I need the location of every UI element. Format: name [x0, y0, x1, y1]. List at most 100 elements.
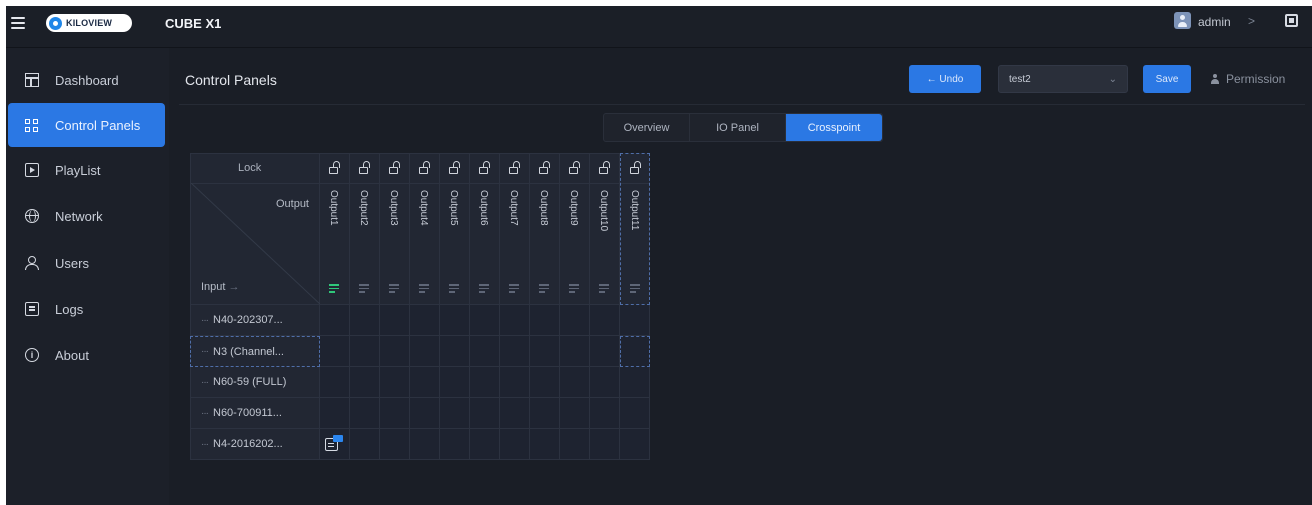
crosspoint-cell[interactable] — [620, 398, 650, 429]
output-column-header[interactable]: Output5 — [440, 153, 470, 305]
sidebar-item-logs[interactable]: Logs — [8, 287, 165, 331]
crosspoint-cell[interactable] — [410, 305, 440, 336]
sidebar-item-network[interactable]: Network — [8, 194, 165, 238]
crosspoint-cell[interactable] — [440, 305, 470, 336]
unlock-icon[interactable] — [389, 161, 401, 174]
crosspoint-cell[interactable] — [560, 398, 590, 429]
tab-overview[interactable]: Overview — [604, 114, 690, 141]
tab-io-panel[interactable]: IO Panel — [690, 114, 786, 141]
crosspoint-cell[interactable] — [590, 305, 620, 336]
crosspoint-cell[interactable] — [380, 367, 410, 398]
output-column-header[interactable]: Output2 — [350, 153, 380, 305]
output-column-header[interactable]: Output6 — [470, 153, 500, 305]
crosspoint-cell[interactable] — [530, 336, 560, 367]
input-row-header[interactable]: ··· N40-202307... — [190, 305, 320, 336]
input-row-header[interactable]: ··· N60-700911... — [190, 398, 320, 429]
route-list-icon[interactable] — [509, 284, 521, 293]
unlock-icon[interactable] — [479, 161, 491, 174]
crosspoint-cell[interactable] — [320, 305, 350, 336]
route-list-icon[interactable] — [539, 284, 551, 293]
undo-button[interactable]: ← Undo — [909, 65, 981, 93]
crosspoint-cell[interactable] — [320, 367, 350, 398]
crosspoint-cell[interactable] — [500, 398, 530, 429]
route-list-icon[interactable] — [329, 284, 341, 293]
sidebar-item-control-panels[interactable]: Control Panels — [8, 103, 165, 147]
crosspoint-cell[interactable] — [560, 367, 590, 398]
crosspoint-cell[interactable] — [500, 429, 530, 460]
unlock-icon[interactable] — [449, 161, 461, 174]
save-button[interactable]: Save — [1143, 65, 1191, 93]
route-list-icon[interactable] — [449, 284, 461, 293]
unlock-icon[interactable] — [509, 161, 521, 174]
crosspoint-cell[interactable] — [470, 336, 500, 367]
output-column-header[interactable]: Output11 — [620, 153, 650, 305]
output-column-header[interactable]: Output1 — [320, 153, 350, 305]
crosspoint-cell[interactable] — [380, 398, 410, 429]
route-list-icon[interactable] — [569, 284, 581, 293]
crosspoint-cell[interactable] — [440, 367, 470, 398]
crosspoint-cell[interactable] — [470, 429, 500, 460]
permission-button[interactable]: Permission — [1210, 72, 1285, 86]
crosspoint-cell[interactable] — [440, 398, 470, 429]
sidebar-item-users[interactable]: Users — [8, 241, 165, 285]
unlock-icon[interactable] — [539, 161, 551, 174]
crosspoint-cell[interactable] — [380, 305, 410, 336]
input-row-header[interactable]: ··· N4-2016202... — [190, 429, 320, 460]
sidebar-item-about[interactable]: i About — [8, 333, 165, 377]
route-list-icon[interactable] — [630, 284, 642, 293]
crosspoint-cell[interactable] — [560, 305, 590, 336]
output-column-header[interactable]: Output10 — [590, 153, 620, 305]
crosspoint-cell[interactable] — [350, 398, 380, 429]
user-name[interactable]: admin — [1198, 15, 1231, 29]
crosspoint-cell[interactable] — [500, 367, 530, 398]
crosspoint-cell[interactable] — [590, 367, 620, 398]
crosspoint-cell[interactable] — [350, 429, 380, 460]
sidebar-item-playlist[interactable]: PlayList — [8, 148, 165, 192]
unlock-icon[interactable] — [359, 161, 371, 174]
crosspoint-cell[interactable] — [410, 398, 440, 429]
route-list-icon[interactable] — [359, 284, 371, 293]
crosspoint-cell[interactable] — [530, 367, 560, 398]
crosspoint-cell[interactable] — [560, 429, 590, 460]
unlock-icon[interactable] — [419, 161, 431, 174]
crosspoint-cell[interactable] — [530, 305, 560, 336]
route-list-icon[interactable] — [479, 284, 491, 293]
unlock-icon[interactable] — [569, 161, 581, 174]
chevron-right-icon[interactable]: > — [1248, 14, 1255, 28]
crosspoint-cell[interactable] — [320, 398, 350, 429]
crosspoint-cell[interactable] — [620, 305, 650, 336]
crosspoint-cell[interactable] — [410, 367, 440, 398]
crosspoint-cell[interactable] — [500, 336, 530, 367]
crosspoint-cell[interactable] — [410, 429, 440, 460]
route-list-icon[interactable] — [599, 284, 611, 293]
crosspoint-cell[interactable] — [410, 336, 440, 367]
crosspoint-cell[interactable] — [380, 429, 410, 460]
crosspoint-cell[interactable] — [530, 398, 560, 429]
route-list-icon[interactable] — [389, 284, 401, 293]
crosspoint-cell[interactable] — [350, 336, 380, 367]
unlock-icon[interactable] — [599, 161, 611, 174]
crosspoint-cell[interactable] — [530, 429, 560, 460]
user-avatar-icon[interactable] — [1174, 12, 1191, 29]
crosspoint-cell[interactable] — [320, 429, 350, 460]
crosspoint-cell[interactable] — [560, 336, 590, 367]
panel-select[interactable]: test2 ⌄ — [998, 65, 1128, 93]
tab-crosspoint[interactable]: Crosspoint — [786, 114, 882, 141]
crosspoint-cell[interactable] — [440, 336, 470, 367]
route-list-icon[interactable] — [419, 284, 431, 293]
output-column-header[interactable]: Output7 — [500, 153, 530, 305]
unlock-icon[interactable] — [329, 161, 341, 174]
input-row-header[interactable]: ··· N60-59 (FULL) — [190, 367, 320, 398]
crosspoint-cell[interactable] — [620, 367, 650, 398]
menu-icon[interactable] — [11, 17, 25, 29]
brand-logo[interactable]: KILOVIEW — [46, 14, 132, 32]
crosspoint-cell[interactable] — [500, 305, 530, 336]
unlock-icon[interactable] — [630, 161, 642, 174]
crosspoint-cell[interactable] — [380, 336, 410, 367]
crosspoint-cell[interactable] — [590, 429, 620, 460]
crosspoint-cell[interactable] — [350, 367, 380, 398]
output-column-header[interactable]: Output8 — [530, 153, 560, 305]
output-column-header[interactable]: Output9 — [560, 153, 590, 305]
language-icon[interactable] — [1285, 14, 1298, 27]
input-row-header[interactable]: ··· N3 (Channel... — [190, 336, 320, 367]
